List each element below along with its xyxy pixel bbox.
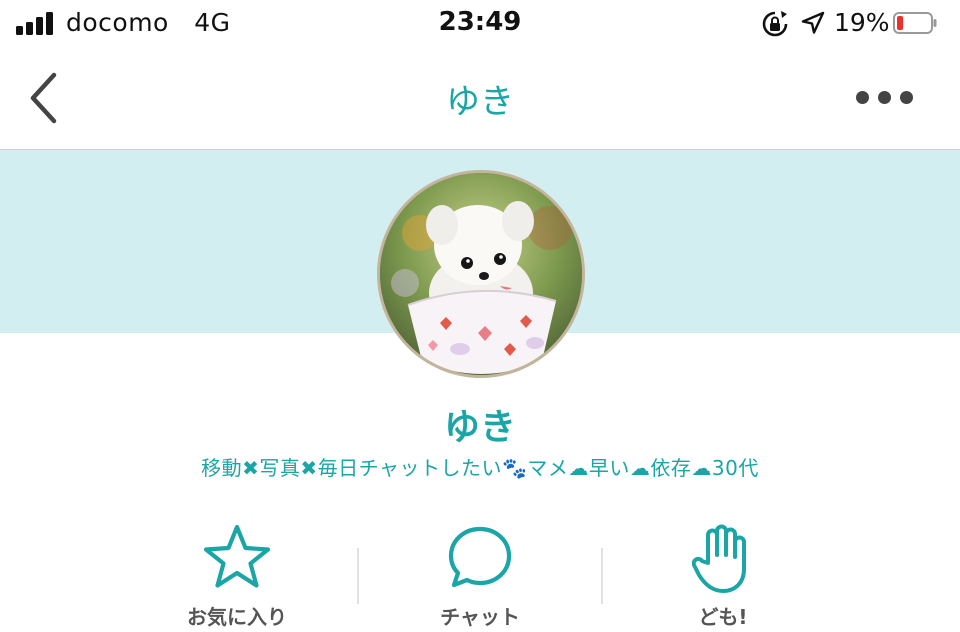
favorite-label: お気に入り: [187, 605, 287, 629]
page-title: ゆき: [446, 82, 514, 122]
battery-icon: [893, 12, 937, 34]
action-divider: [357, 548, 359, 604]
action-divider: [601, 548, 603, 604]
domo-button[interactable]: ども!: [623, 515, 823, 632]
hand-icon: [692, 524, 746, 593]
more-options-button[interactable]: [850, 80, 920, 114]
orientation-lock-icon: [762, 11, 788, 37]
location-arrow-icon: [801, 11, 825, 34]
chat-label: チャット: [440, 605, 520, 629]
avatar[interactable]: [377, 170, 585, 378]
profile-bio: 移動✖写真✖毎日チャットしたい🐾マメ☁早い☁依存☁30代: [201, 456, 759, 480]
status-bar: docomo 4G 23:49 19%: [0, 0, 960, 50]
profile-name: ゆき: [443, 407, 516, 448]
domo-label: ども!: [698, 605, 748, 629]
chat-button[interactable]: チャット: [380, 515, 580, 632]
profile-actions: お気に入り チャット ども!: [0, 515, 960, 632]
favorite-button[interactable]: お気に入り: [137, 515, 337, 632]
navigation-bar: ゆき: [0, 50, 960, 150]
battery-percent: 19%: [834, 8, 890, 37]
star-icon: [203, 524, 271, 588]
chat-bubble-icon: [448, 526, 512, 588]
puppy-photo: [380, 173, 582, 375]
